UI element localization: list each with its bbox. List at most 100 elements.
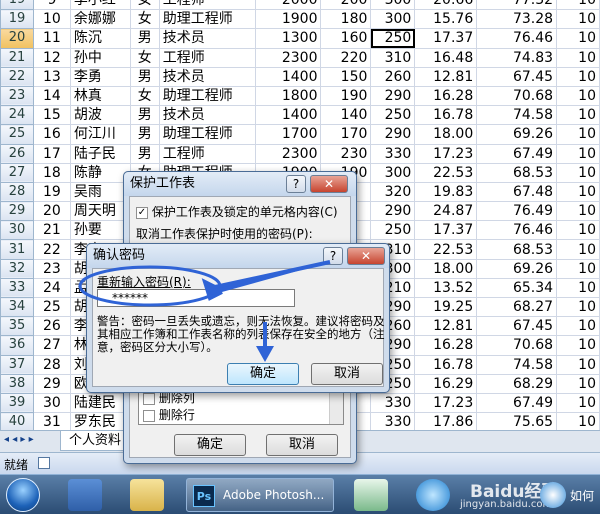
table-cell[interactable]: 技术员 bbox=[158, 66, 256, 87]
table-cell[interactable]: 22.53 bbox=[414, 239, 478, 260]
table-cell[interactable]: 330 bbox=[370, 143, 416, 164]
table-cell[interactable]: 230 bbox=[320, 143, 372, 164]
row-header[interactable]: 36 bbox=[0, 335, 34, 356]
row-header[interactable]: 22 bbox=[0, 66, 34, 87]
table-cell[interactable]: 13.52 bbox=[414, 277, 478, 299]
table-row[interactable]: 19 10 余娜娜女助理工程师 1900 180 300 15.76 73.28 10 bbox=[0, 9, 600, 30]
row-header[interactable]: 34 bbox=[0, 296, 34, 318]
table-cell[interactable]: 67.45 bbox=[476, 316, 558, 337]
table-cell[interactable]: 罗东民 bbox=[69, 412, 131, 430]
table-cell[interactable]: 15 bbox=[32, 105, 71, 126]
table-cell[interactable]: 余娜娜 bbox=[69, 9, 131, 30]
pen-app-icon[interactable] bbox=[68, 479, 102, 511]
table-cell[interactable]: 女 bbox=[129, 9, 160, 30]
table-cell[interactable]: 330 bbox=[370, 412, 416, 430]
table-cell[interactable]: 150 bbox=[320, 66, 372, 87]
table-cell[interactable]: 23 bbox=[32, 258, 71, 279]
table-cell[interactable]: 10 bbox=[556, 239, 600, 260]
table-cell[interactable]: 22.53 bbox=[414, 162, 478, 183]
row-header[interactable]: 28 bbox=[0, 181, 34, 203]
folder-icon[interactable] bbox=[130, 479, 164, 511]
table-cell[interactable]: 20 bbox=[32, 201, 71, 222]
table-cell[interactable]: 10 bbox=[556, 335, 600, 356]
table-row[interactable]: 199李小红女工程师200020030020.6677.3210 bbox=[0, 0, 600, 11]
row-header[interactable]: 30 bbox=[0, 220, 34, 241]
table-cell[interactable]: 工程师 bbox=[158, 0, 256, 11]
table-cell[interactable]: 67.48 bbox=[476, 181, 558, 203]
row-header[interactable]: 27 bbox=[0, 162, 34, 183]
row-header[interactable]: 40 bbox=[0, 412, 34, 430]
table-cell[interactable]: 300 bbox=[370, 162, 416, 183]
table-cell[interactable]: 24.87 bbox=[414, 201, 478, 222]
table-cell[interactable]: 工程师 bbox=[158, 143, 256, 164]
table-cell[interactable]: 10 bbox=[556, 28, 600, 49]
table-cell[interactable]: 周天明 bbox=[69, 201, 131, 222]
table-cell[interactable]: 290 bbox=[370, 201, 416, 222]
table-cell[interactable]: 2000 bbox=[254, 0, 322, 11]
table-cell[interactable]: 31 bbox=[32, 412, 71, 430]
table-cell[interactable]: 16.48 bbox=[414, 47, 478, 68]
row-header[interactable]: 29 bbox=[0, 201, 34, 222]
table-cell[interactable]: 69.26 bbox=[476, 124, 558, 145]
table-cell[interactable]: 10 bbox=[556, 201, 600, 222]
table-cell[interactable]: 1900 bbox=[254, 9, 322, 30]
table-cell[interactable]: 250 bbox=[370, 105, 416, 126]
table-cell[interactable]: 74.58 bbox=[476, 354, 558, 375]
table-cell[interactable]: 10 bbox=[556, 9, 600, 30]
table-cell[interactable]: 15.76 bbox=[414, 9, 478, 30]
protect-ok-button[interactable]: 确定 bbox=[174, 434, 246, 456]
table-row[interactable]: 26 17 陆子民男工程师 2300 230 330 17.23 67.49 10 bbox=[0, 143, 600, 164]
table-cell[interactable]: 76.46 bbox=[476, 220, 558, 241]
table-cell[interactable]: 胡波 bbox=[69, 105, 131, 126]
table-cell[interactable]: 陈沉 bbox=[69, 28, 131, 49]
table-cell[interactable]: 女 bbox=[129, 85, 160, 107]
table-cell[interactable]: 陈静 bbox=[69, 162, 131, 183]
table-cell[interactable]: 67.45 bbox=[476, 66, 558, 87]
table-cell[interactable]: 陆建民 bbox=[69, 392, 131, 414]
table-cell[interactable]: 73.28 bbox=[476, 9, 558, 30]
table-cell[interactable]: 68.29 bbox=[476, 373, 558, 394]
table-cell[interactable]: 330 bbox=[370, 392, 416, 414]
table-cell[interactable]: 林真 bbox=[69, 85, 131, 107]
active-cell[interactable]: 250 bbox=[370, 28, 416, 49]
confirm-ok-button[interactable]: 确定 bbox=[227, 363, 299, 385]
table-cell[interactable]: 65.34 bbox=[476, 277, 558, 299]
table-cell[interactable]: 10 bbox=[32, 9, 71, 30]
table-row[interactable]: 21 12 孙中女工程师 2300 220 310 16.48 74.83 10 bbox=[0, 47, 600, 68]
table-cell[interactable]: 70.68 bbox=[476, 85, 558, 107]
table-cell[interactable]: 12 bbox=[32, 47, 71, 68]
table-cell[interactable]: 10 bbox=[556, 47, 600, 68]
table-cell[interactable]: 李勇 bbox=[69, 66, 131, 87]
table-cell[interactable]: 10 bbox=[556, 412, 600, 430]
table-cell[interactable]: 19.25 bbox=[414, 296, 478, 318]
row-header[interactable]: 26 bbox=[0, 143, 34, 164]
table-cell[interactable]: 男 bbox=[129, 66, 160, 87]
table-cell[interactable]: 18 bbox=[32, 162, 71, 183]
table-cell[interactable]: 助理工程师 bbox=[158, 9, 256, 30]
table-cell[interactable]: 技术员 bbox=[158, 105, 256, 126]
table-cell[interactable]: 68.53 bbox=[476, 162, 558, 183]
row-header[interactable]: 19 bbox=[0, 9, 34, 30]
table-cell[interactable]: 10 bbox=[556, 143, 600, 164]
table-cell[interactable]: 30 bbox=[32, 392, 71, 414]
table-cell[interactable]: 李小红 bbox=[69, 0, 131, 11]
table-cell[interactable]: 67.49 bbox=[476, 392, 558, 414]
row-header[interactable]: 37 bbox=[0, 354, 34, 375]
table-cell[interactable]: 10 bbox=[556, 392, 600, 414]
table-cell[interactable]: 70.68 bbox=[476, 335, 558, 356]
row-header[interactable]: 32 bbox=[0, 258, 34, 279]
table-cell[interactable]: 10 bbox=[556, 181, 600, 203]
table-cell[interactable]: 工程师 bbox=[158, 47, 256, 68]
table-cell[interactable]: 16.28 bbox=[414, 335, 478, 356]
table-cell[interactable]: 10 bbox=[556, 258, 600, 279]
table-cell[interactable]: 17.86 bbox=[414, 412, 478, 430]
row-header[interactable]: 21 bbox=[0, 47, 34, 68]
table-cell[interactable]: 190 bbox=[320, 85, 372, 107]
confirm-cancel-button[interactable]: 取消 bbox=[311, 363, 383, 385]
list-scrollbar[interactable] bbox=[329, 388, 343, 424]
table-cell[interactable]: 18.00 bbox=[414, 124, 478, 145]
table-cell[interactable]: 男 bbox=[129, 28, 160, 49]
taskbar-photoshop[interactable]: Ps Adobe Photosh... bbox=[186, 478, 334, 512]
table-cell[interactable]: 10 bbox=[556, 0, 600, 11]
table-cell[interactable]: 1300 bbox=[254, 28, 322, 49]
